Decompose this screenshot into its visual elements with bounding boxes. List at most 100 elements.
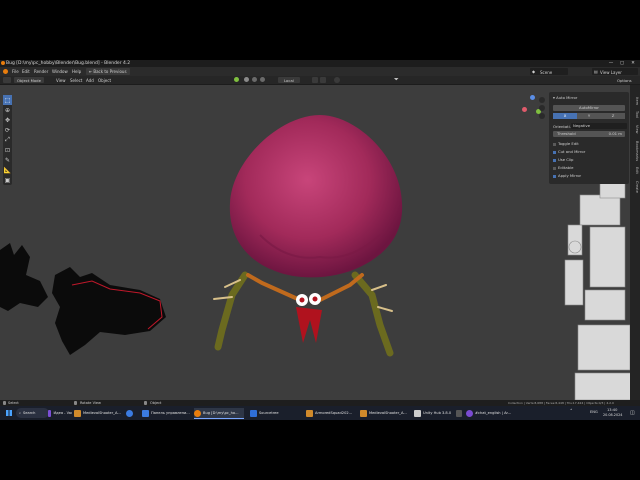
control-panel-icon (142, 409, 149, 417)
view-layer-icon: ▤ (594, 69, 598, 74)
header-menu-select[interactable]: Select (70, 78, 82, 83)
axis-y-toggle[interactable]: Y (577, 113, 601, 119)
checkbox-label: Editable (558, 165, 574, 170)
notification-icon[interactable]: ◫ (630, 410, 635, 416)
header-menu-view[interactable]: View (56, 78, 66, 83)
transform-tool-icon[interactable]: ⊡ (3, 145, 12, 155)
toggle-edit-row[interactable]: Toggle Edit (553, 141, 579, 146)
checkbox-row[interactable]: Editable (553, 165, 573, 170)
use-clip-checkbox[interactable] (553, 158, 556, 162)
move-tool-icon[interactable]: ✥ (3, 115, 12, 125)
windows-start-icon[interactable] (6, 410, 12, 416)
taskbar-app[interactable]: MedievalShooter_A... (74, 408, 124, 418)
tab-view[interactable]: View (631, 125, 639, 134)
threshold-field[interactable]: Threshold 0.01 m (553, 131, 625, 137)
shading-material-icon[interactable] (252, 77, 257, 82)
viewport-scene (0, 115, 634, 400)
taskbar-app[interactable]: Bug [D:\my\pc_ho... (194, 408, 244, 419)
threshold-label: Threshold (557, 131, 576, 136)
close-button[interactable]: ✕ (628, 61, 638, 66)
cursor-tool-icon[interactable]: ⊕ (3, 105, 12, 115)
taskbar-app[interactable]: ArmoredSquad202... (306, 408, 356, 418)
snap-target-icon[interactable] (320, 77, 326, 83)
menu-edit[interactable]: Edit (22, 69, 30, 74)
scale-tool-icon[interactable]: ⤢ (3, 135, 12, 145)
shading-solid-icon[interactable] (244, 77, 249, 82)
zoom-icon[interactable] (539, 97, 545, 103)
toggle-edit-checkbox[interactable] (553, 142, 556, 146)
axis-z-toggle[interactable]: Z (601, 113, 625, 119)
folder-icon (306, 409, 313, 417)
scene-selector[interactable]: ◆ Scene (530, 68, 568, 75)
rotate-tool-icon[interactable]: ⟳ (3, 125, 12, 135)
robot-model (564, 179, 634, 400)
editable-checkbox[interactable] (553, 166, 556, 170)
taskbar-app[interactable]: #chat_english | Ar... (466, 408, 514, 418)
view-layer-selector[interactable]: ▤ View Layer (592, 68, 638, 75)
viewport-gizmos-icon[interactable] (234, 77, 239, 82)
back-arrow-icon: ⇤ (89, 69, 93, 74)
pan-icon[interactable] (539, 105, 545, 111)
taskbar-app[interactable]: Идея - Vault - Obsi... (48, 408, 72, 418)
snap-toggle-icon[interactable] (312, 77, 318, 83)
menu-help[interactable]: Help (72, 69, 81, 74)
header-menu-object[interactable]: Object (98, 78, 111, 83)
back-to-previous-button[interactable]: ⇤ Back to Previous (86, 68, 130, 75)
tab-item[interactable]: Item (631, 97, 639, 105)
gizmo-z-axis-icon[interactable] (530, 95, 535, 100)
menu-file[interactable]: File (12, 69, 19, 74)
taskbar-search[interactable]: ⌕ Search (16, 408, 49, 418)
app-icon (456, 409, 462, 417)
taskbar-app[interactable]: Sourcetree (250, 408, 300, 418)
clock-date[interactable]: 20.08.2024 (603, 413, 622, 417)
editor-type-icon[interactable] (3, 77, 11, 83)
maximize-button[interactable]: ▢ (617, 61, 627, 66)
language-indicator[interactable]: ENG (590, 410, 598, 414)
select-box-tool-icon[interactable]: ⬚ (3, 95, 12, 105)
orientation-dropdown[interactable]: Negative (571, 123, 627, 129)
measure-tool-icon[interactable]: 📐 (3, 165, 12, 175)
tray-chevron-icon[interactable]: ˄ (570, 409, 573, 415)
shading-rendered-icon[interactable] (260, 77, 265, 82)
tab-edit[interactable]: Edit (631, 167, 639, 174)
annotate-tool-icon[interactable]: ✎ (3, 155, 12, 165)
auto-mirror-panel: ▾ Auto Mirror AutoMirror X Y Z Orientati… (549, 92, 629, 184)
options-menu[interactable]: Options (617, 78, 632, 83)
cut-and-mirror-checkbox[interactable] (553, 150, 556, 154)
tab-bookmarks[interactable]: Bookmarks (631, 141, 639, 161)
checkbox-label: Cut and Mirror (558, 149, 586, 154)
taskbar-app[interactable] (456, 408, 464, 418)
discord-icon (466, 409, 473, 417)
filter-icon[interactable]: ⏷ (394, 76, 399, 84)
window-title: Bug [D:\my\pc_hobby\Blender\Bug.blend] -… (6, 61, 131, 66)
taskbar-app[interactable] (126, 408, 136, 418)
axis-x-toggle[interactable]: X (553, 113, 577, 119)
tab-create[interactable]: Create (631, 181, 639, 193)
taskbar-app-label: ArmoredSquad202... (315, 411, 353, 415)
clock-time[interactable]: 13:40 (607, 408, 617, 412)
transform-orientation-selector[interactable]: Local (278, 77, 300, 83)
checkbox-row[interactable]: Cut and Mirror (553, 149, 585, 154)
blender-menu-icon[interactable] (3, 69, 8, 74)
minimize-button[interactable]: — (606, 61, 616, 66)
apply-mirror-checkbox[interactable] (553, 174, 556, 178)
scene-stats: Collection | Verts:8,688 | Faces:8,448 |… (508, 401, 614, 405)
checkbox-row[interactable]: Apply Mirror (553, 173, 581, 178)
3d-viewport[interactable] (0, 85, 640, 400)
tab-tool[interactable]: Tool (631, 111, 639, 118)
menu-render[interactable]: Render (34, 69, 48, 74)
proportional-edit-icon[interactable] (334, 77, 340, 83)
camera-view-icon[interactable] (539, 113, 545, 119)
header-menu-add[interactable]: Add (86, 78, 94, 83)
taskbar-app[interactable]: Панель управлени... (142, 408, 192, 418)
checkbox-row[interactable]: Use Clip (553, 157, 573, 162)
auto-mirror-button[interactable]: AutoMirror (553, 105, 625, 111)
taskbar-app[interactable]: Unity Hub 3.8.0 (414, 408, 454, 418)
taskbar-app[interactable]: MedievalShooter_A... (360, 408, 410, 418)
mode-selector[interactable]: Object Mode (14, 77, 44, 83)
menu-window[interactable]: Window (52, 69, 68, 74)
gizmo-x-axis-icon[interactable] (522, 107, 527, 112)
add-cube-tool-icon[interactable]: ▣ (3, 175, 12, 185)
toggle-edit-label: Toggle Edit (558, 141, 579, 146)
panel-header[interactable]: ▾ Auto Mirror (553, 95, 577, 100)
